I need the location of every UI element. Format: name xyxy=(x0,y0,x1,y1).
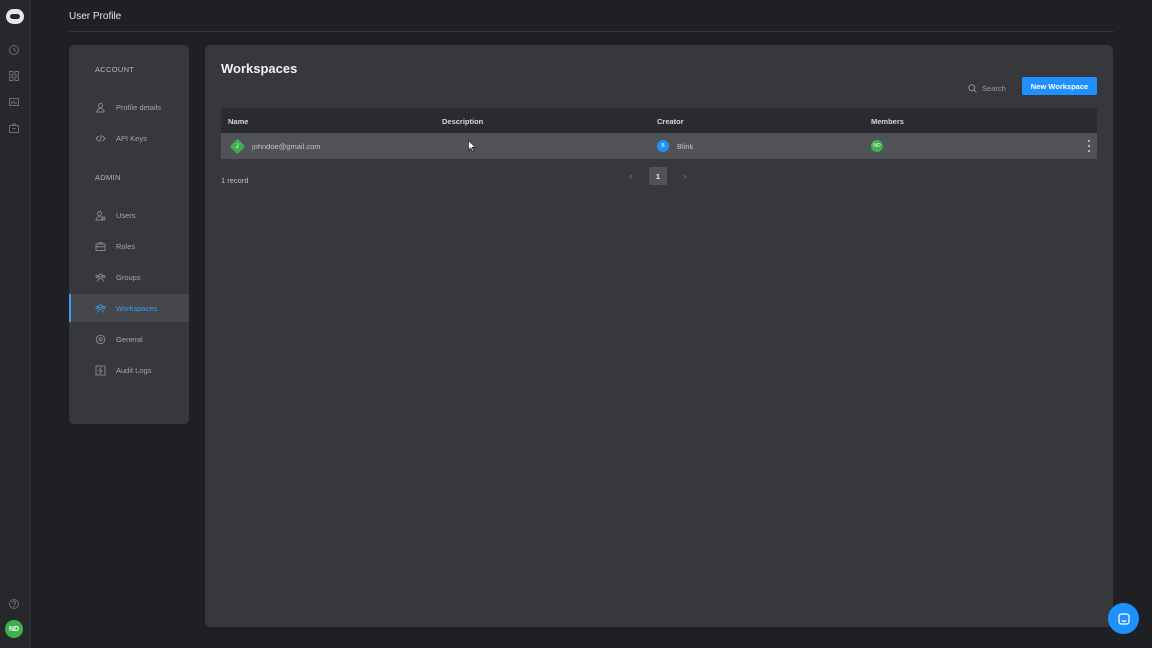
dashboard-icon[interactable] xyxy=(8,70,20,82)
users-icon xyxy=(95,210,106,221)
left-rail: ND xyxy=(0,0,31,648)
sidebar-item-general[interactable]: General xyxy=(69,325,189,353)
prev-page-button[interactable]: ‹ xyxy=(625,170,637,182)
sidebar-item-api-keys[interactable]: API Keys xyxy=(69,124,189,152)
column-header-description[interactable]: Description xyxy=(442,117,483,126)
workspaces-icon xyxy=(95,303,106,314)
creator-name: Blink xyxy=(677,141,694,151)
search-label: Search xyxy=(982,83,1006,93)
sidebar-item-label: Users xyxy=(116,210,136,220)
table-header: Name Description Creator Members xyxy=(221,108,1097,133)
app-logo[interactable] xyxy=(6,9,24,24)
user-icon xyxy=(95,102,106,113)
search-box[interactable]: Search xyxy=(968,81,1006,95)
reports-icon[interactable] xyxy=(8,96,20,108)
sidebar-section-admin: ADMIN xyxy=(95,173,121,182)
sidebar-item-workspaces[interactable]: Workspaces xyxy=(69,294,189,322)
sidebar-item-roles[interactable]: Roles xyxy=(69,232,189,260)
column-header-name[interactable]: Name xyxy=(228,117,248,126)
mouse-cursor-icon xyxy=(468,140,476,152)
header-divider xyxy=(69,31,1114,32)
settings-sidebar: ACCOUNT Profile details API Keys ADMIN U… xyxy=(69,45,189,424)
workspaces-panel: Workspaces Search New Workspace Name Des… xyxy=(205,45,1113,627)
sidebar-item-groups[interactable]: Groups xyxy=(69,263,189,291)
sidebar-item-label: Profile details xyxy=(116,102,162,112)
sidebar-item-label: API Keys xyxy=(116,133,147,143)
next-page-button[interactable]: › xyxy=(679,170,691,182)
chat-launcher-button[interactable] xyxy=(1108,603,1139,634)
user-avatar[interactable]: ND xyxy=(5,620,23,638)
chat-icon xyxy=(1117,612,1130,625)
page-number-current[interactable]: 1 xyxy=(649,167,667,185)
search-icon xyxy=(968,83,977,93)
settings-icon xyxy=(95,334,106,345)
row-actions-icon[interactable] xyxy=(1087,140,1091,152)
creator-cell: B Blink xyxy=(657,133,693,159)
briefcase-icon xyxy=(95,241,106,252)
app-window: ND User Profile ACCOUNT Profile details … xyxy=(0,0,1152,648)
briefcase-icon[interactable] xyxy=(8,122,20,134)
sidebar-item-label: Groups xyxy=(116,272,141,282)
section-title: Workspaces xyxy=(221,61,298,76)
new-workspace-button[interactable]: New Workspace xyxy=(1022,77,1097,95)
sidebar-item-label: Audit Logs xyxy=(116,365,152,375)
help-icon[interactable] xyxy=(8,598,20,610)
workspace-avatar: J xyxy=(229,138,246,154)
activity-icon xyxy=(95,365,106,376)
sidebar-item-users[interactable]: Users xyxy=(69,201,189,229)
column-header-members[interactable]: Members xyxy=(871,117,904,126)
name-cell[interactable]: J johndoe@gmail.com xyxy=(229,133,321,159)
sidebar-section-account: ACCOUNT xyxy=(95,65,135,74)
sidebar-item-label: Workspaces xyxy=(116,303,158,313)
sidebar-item-audit-logs[interactable]: Audit Logs xyxy=(69,356,189,384)
group-icon xyxy=(95,272,106,283)
table-row[interactable]: J johndoe@gmail.com B Blink ND xyxy=(221,133,1097,159)
column-header-creator[interactable]: Creator xyxy=(657,117,684,126)
members-cell: ND xyxy=(871,133,891,159)
code-icon xyxy=(95,133,106,144)
record-count: 1 record xyxy=(221,176,249,185)
workspaces-table: Name Description Creator Members J johnd… xyxy=(221,108,1097,159)
member-avatar[interactable]: ND xyxy=(871,140,883,152)
pagination: ‹ 1 › xyxy=(625,167,691,185)
sidebar-item-label: General xyxy=(116,334,143,344)
sidebar-item-profile-details[interactable]: Profile details xyxy=(69,93,189,121)
page-title: User Profile xyxy=(69,11,122,22)
creator-avatar: B xyxy=(657,140,669,152)
history-icon[interactable] xyxy=(8,44,20,56)
sidebar-item-label: Roles xyxy=(116,241,136,251)
workspace-name: johndoe@gmail.com xyxy=(252,141,321,151)
